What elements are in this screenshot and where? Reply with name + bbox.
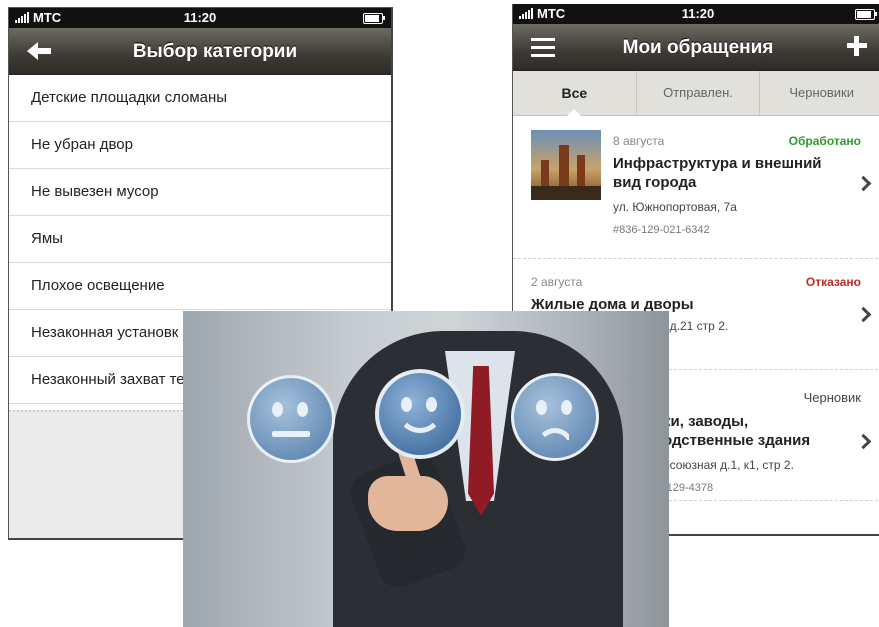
status-bar: MTC 11:20 <box>9 8 391 28</box>
request-address: осоюзная д.1, к1, стр 2. <box>663 458 794 472</box>
happy-face-icon[interactable] <box>375 369 465 459</box>
request-number: #836-129-021-6342 <box>613 224 710 236</box>
nav-bar: Мои обращения <box>513 24 879 71</box>
chevron-right-icon <box>855 175 872 192</box>
request-date: 2 августа <box>531 275 583 289</box>
page-title: Мои обращения <box>622 37 774 58</box>
status-badge: Отказано <box>805 275 861 289</box>
nav-bar: Выбор категории <box>9 28 391 75</box>
neutral-face-icon[interactable] <box>247 375 335 463</box>
request-photo <box>531 130 601 200</box>
request-title-line2: вид города <box>613 174 697 191</box>
request-number: -129-4378 <box>663 482 714 494</box>
feedback-photo <box>183 311 669 627</box>
request-address: ул. Южнопортовая, 7а <box>613 200 737 214</box>
status-badge: Обработано <box>788 134 861 148</box>
request-date: 8 августа <box>613 134 665 148</box>
list-item[interactable]: Не вывезен мусор <box>9 169 391 216</box>
tab-drafts[interactable]: Черновики <box>760 71 879 115</box>
plus-icon[interactable] <box>847 36 867 56</box>
tab-bar: Все Отправлен. Черновики <box>513 71 879 116</box>
chevron-right-icon <box>855 433 872 450</box>
request-title-line1: Инфраструктура и внешний <box>613 155 822 172</box>
page-title: Выбор категории <box>132 41 298 62</box>
list-item[interactable]: Ямы <box>9 216 391 263</box>
clock: 11:20 <box>681 6 715 21</box>
chevron-right-icon <box>855 306 872 323</box>
battery-icon <box>855 9 877 20</box>
request-title-line1: ки, заводы, <box>663 413 749 430</box>
clock: 11:20 <box>183 10 217 25</box>
status-badge: Черновик <box>803 390 861 405</box>
battery-icon <box>363 13 385 24</box>
request-address: , д.21 стр 2. <box>663 319 729 333</box>
request-item[interactable]: 8 августа Обработано Инфраструктура и вн… <box>513 116 879 259</box>
request-title-line2: одственные здания <box>663 432 811 449</box>
tab-all[interactable]: Все <box>513 71 637 116</box>
list-item[interactable]: Плохое освещение <box>9 263 391 310</box>
sad-face-icon[interactable] <box>511 373 599 461</box>
status-bar: MTC 11:20 <box>513 4 879 24</box>
list-item[interactable]: Детские площадки сломаны <box>9 75 391 122</box>
tab-sent[interactable]: Отправлен. <box>637 71 761 115</box>
list-item[interactable]: Не убран двор <box>9 122 391 169</box>
